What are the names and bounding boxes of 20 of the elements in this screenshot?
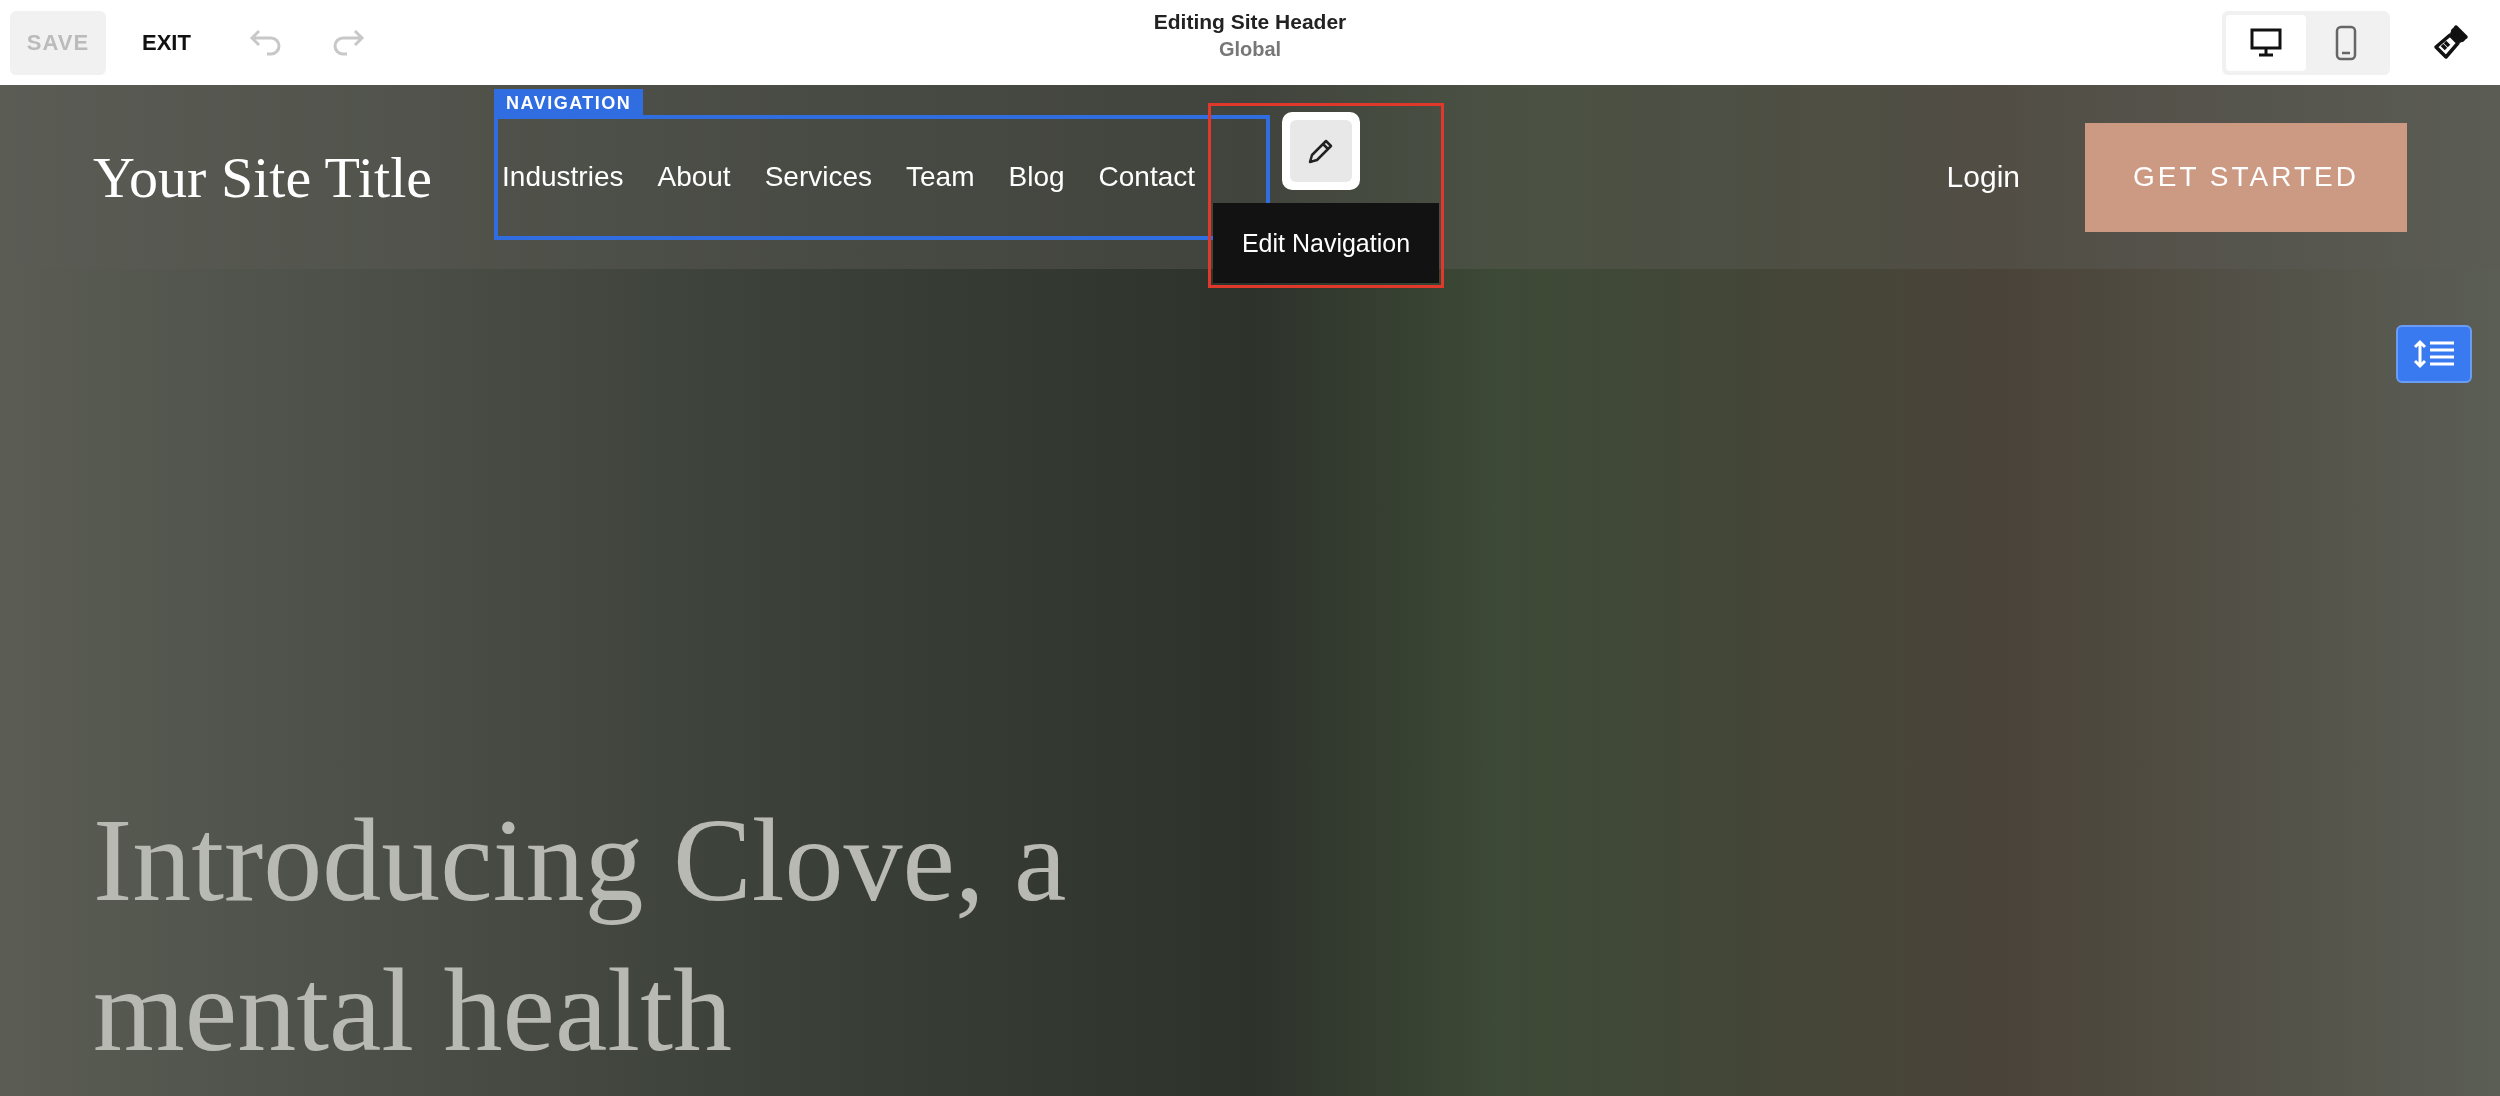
spacing-button[interactable]: [2396, 325, 2472, 383]
nav-link[interactable]: Services: [764, 161, 872, 193]
nav-link[interactable]: Industries: [502, 161, 624, 193]
desktop-view-button[interactable]: [2226, 14, 2306, 71]
edit-tooltip: Edit Navigation: [1213, 203, 1439, 283]
nav-link[interactable]: Team: [906, 161, 975, 193]
mobile-icon: [2335, 24, 2357, 61]
editor-title: Editing Site Header: [1153, 10, 1347, 34]
edit-button[interactable]: [1282, 112, 1360, 190]
nav-link[interactable]: Contact: [1098, 161, 1196, 193]
nav-link[interactable]: Blog: [1008, 161, 1065, 193]
desktop-icon: [2250, 27, 2282, 58]
nav-link[interactable]: About: [657, 161, 731, 193]
navigation-badge: NAVIGATION: [494, 89, 644, 118]
editor-subtitle: Global: [1218, 38, 1282, 61]
exit-button[interactable]: EXIT: [136, 28, 197, 57]
hero-headline: Introducing Clove, a mental health: [93, 794, 1068, 1078]
line-spacing-icon: [2412, 339, 2456, 369]
login-link[interactable]: Login: [1946, 160, 2020, 194]
site-title[interactable]: Your Site Title: [93, 143, 433, 211]
